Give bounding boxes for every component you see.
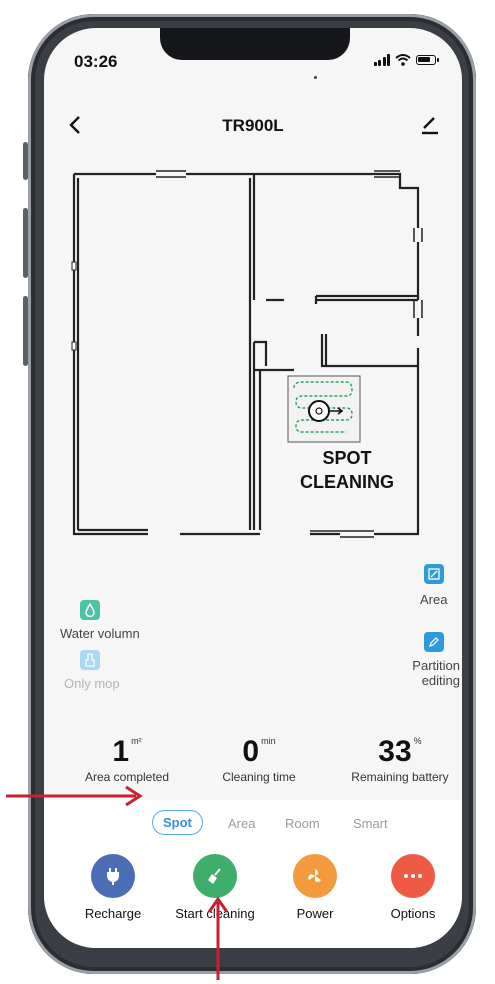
phone-volume-down	[23, 296, 28, 366]
water-volume-label: Water volumn	[60, 626, 140, 641]
cleaning-time-label: Cleaning time	[222, 770, 296, 784]
nav-bar: TR900L	[44, 112, 462, 148]
tab-smart[interactable]: Smart	[353, 816, 388, 831]
battery-icon	[416, 55, 439, 65]
phone-volume-up	[23, 208, 28, 278]
area-completed-label: Area completed	[84, 770, 170, 784]
only-mop-label: Only mop	[64, 676, 120, 691]
signal-icon	[373, 54, 390, 66]
tab-spot[interactable]: Spot	[152, 810, 203, 835]
more-dots-icon	[391, 854, 435, 898]
annotation-arrow-start	[207, 896, 229, 980]
partition-editing-tool[interactable]: Partition editing	[406, 632, 460, 688]
tab-area[interactable]: Area	[228, 816, 255, 831]
tab-room[interactable]: Room	[285, 816, 320, 831]
area-label: Area	[420, 592, 448, 607]
spot-cleaning-zone	[287, 375, 361, 443]
app-screen: 03:26 TR900L SPOT CLEANING Water volumn …	[44, 28, 462, 948]
phone-notch	[160, 28, 350, 60]
area-completed-unit: m²	[131, 736, 142, 746]
status-time: 03:26	[74, 52, 118, 71]
options-button[interactable]: Options	[358, 854, 462, 921]
edit-name-button[interactable]	[420, 114, 440, 141]
recharge-label: Recharge	[84, 906, 142, 921]
power-label: Power	[296, 906, 334, 921]
wifi-icon	[395, 54, 411, 66]
partition-label-line1: Partition	[412, 658, 460, 673]
partition-label-line2: editing	[421, 673, 460, 688]
spot-cleaning-label-1: SPOT	[322, 448, 371, 468]
broom-icon	[193, 854, 237, 898]
power-button[interactable]: Power	[260, 854, 370, 921]
remaining-battery-stat: 33% Remaining battery	[342, 735, 458, 785]
cleaning-time-value: 0	[242, 735, 260, 768]
status-icons	[373, 54, 439, 66]
recharge-button[interactable]: Recharge	[58, 854, 168, 921]
area-tool[interactable]: Area	[420, 564, 460, 607]
spot-cleaning-label-2: CLEANING	[300, 472, 394, 492]
bottom-panel: Spot Area Room Smart Recharge Start clea…	[44, 800, 462, 948]
fan-icon	[293, 854, 337, 898]
area-completed-value: 1	[112, 735, 130, 768]
pencil-icon	[422, 117, 438, 135]
phone-mute-switch	[23, 142, 28, 180]
area-select-icon	[424, 564, 444, 584]
page-title: TR900L	[222, 116, 284, 135]
remaining-battery-value: 33	[378, 735, 412, 768]
plug-icon	[91, 854, 135, 898]
cleaning-time-stat: 0 min Cleaning time	[204, 735, 314, 785]
area-completed-stat: 1 m² Area completed	[72, 735, 182, 785]
floor-map[interactable]: SPOT CLEANING	[70, 170, 440, 562]
annotation-arrow-spot	[6, 785, 143, 807]
options-label: Options	[390, 906, 436, 921]
mode-tabs: Spot Area Room Smart	[44, 810, 462, 840]
only-mop-tool[interactable]: Only mop	[64, 650, 120, 691]
water-volume-tool[interactable]: Water volumn	[60, 600, 140, 641]
remaining-battery-label: Remaining battery	[351, 770, 449, 784]
water-drop-icon	[80, 600, 100, 620]
mop-icon	[80, 650, 100, 670]
camera-dot	[314, 76, 317, 79]
partition-edit-icon	[424, 632, 444, 652]
remaining-battery-unit: %	[413, 736, 422, 746]
cleaning-time-unit: min	[261, 736, 276, 746]
